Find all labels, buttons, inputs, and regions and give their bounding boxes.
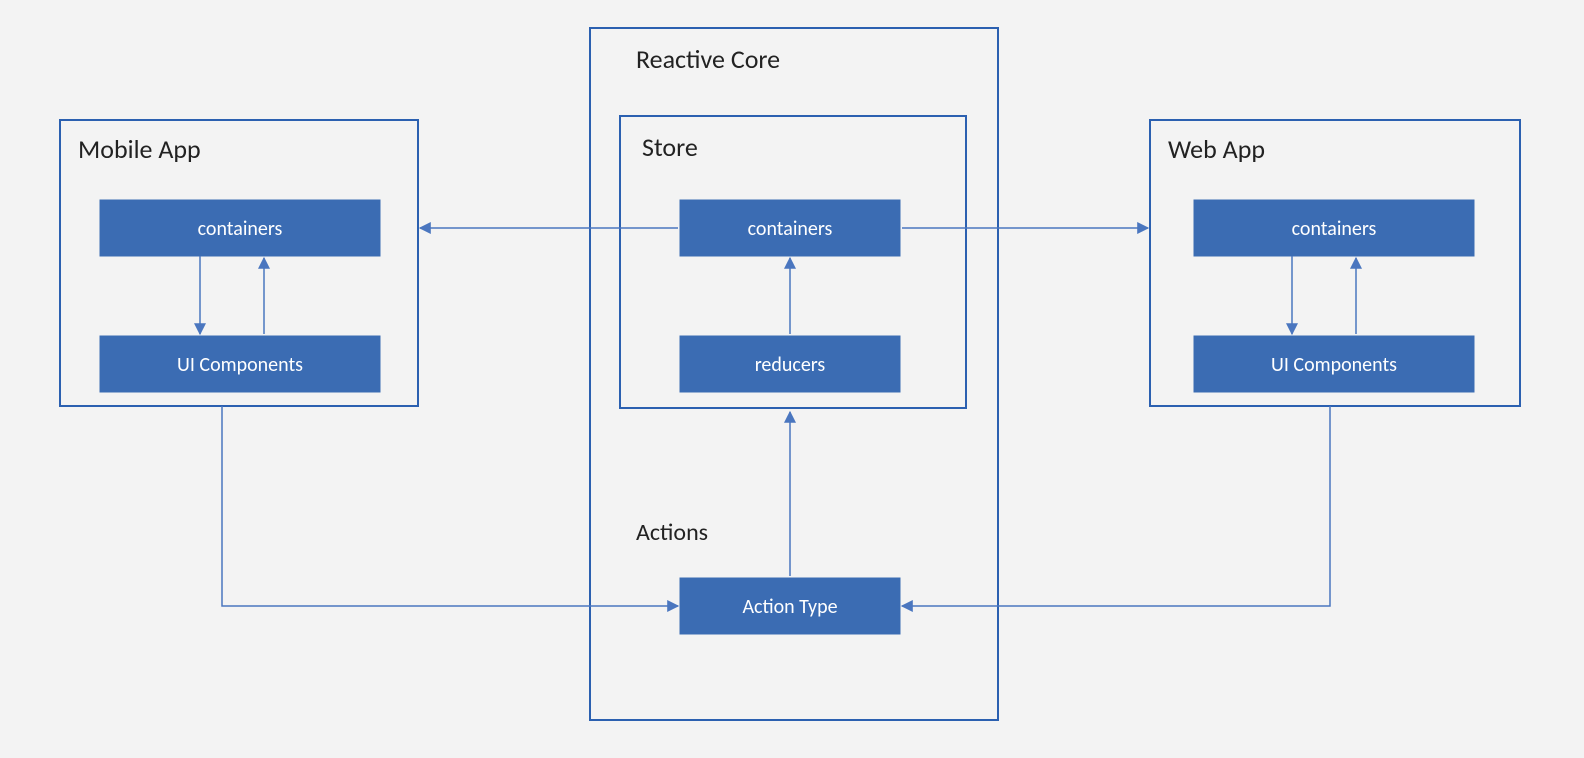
web-app-region: Web App containers UI Components (1150, 120, 1520, 406)
mobile-to-action-arrow (222, 406, 678, 606)
web-containers-label: containers (1292, 217, 1377, 241)
store-reducers-label: reducers (755, 353, 826, 377)
reactive-core-region: Reactive Core Store containers reducers … (590, 28, 998, 720)
mobile-app-region: Mobile App containers UI Components (60, 120, 418, 406)
web-ui-label: UI Components (1271, 353, 1397, 377)
mobile-containers-label: containers (198, 217, 283, 241)
reactive-core-title: Reactive Core (636, 43, 780, 75)
actions-title: Actions (636, 518, 708, 547)
store-title: Store (642, 131, 698, 163)
mobile-ui-label: UI Components (177, 353, 303, 377)
mobile-app-title: Mobile App (78, 133, 201, 165)
web-app-title: Web App (1168, 133, 1265, 165)
web-to-action-arrow (902, 406, 1330, 606)
action-type-label: Action Type (742, 595, 837, 619)
store-containers-label: containers (748, 217, 833, 241)
